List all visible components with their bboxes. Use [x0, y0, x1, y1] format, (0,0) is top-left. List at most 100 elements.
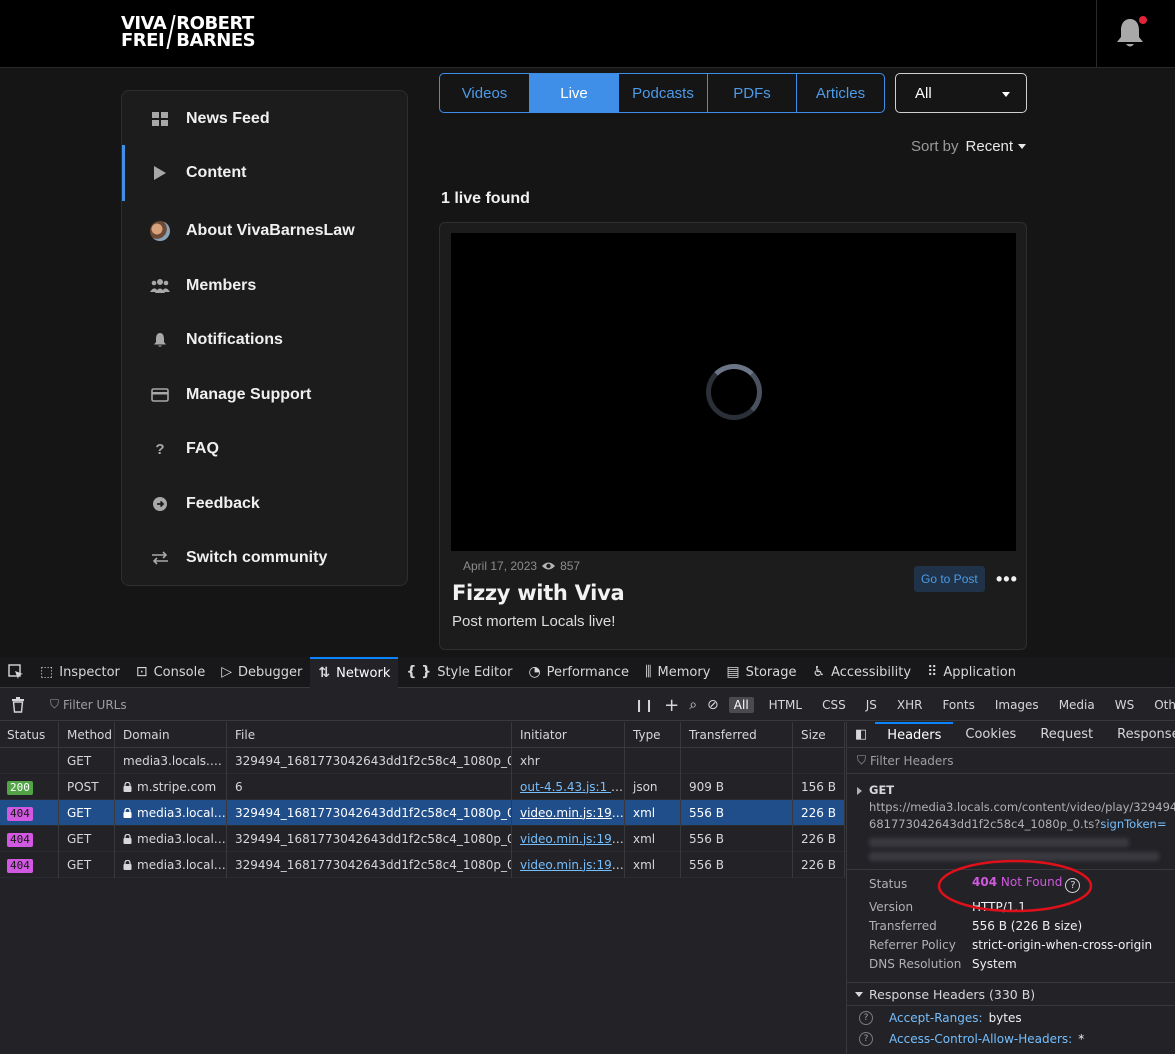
column-header-initiator[interactable]: Initiator [512, 721, 625, 748]
cell-status: 200 [0, 773, 59, 800]
initiator-text[interactable]: video.min.js:19 (… [520, 832, 624, 846]
column-header-type[interactable]: Type [625, 721, 681, 748]
add-icon[interactable]: + [664, 695, 679, 716]
table-row[interactable]: GET media3.locals.com 329494_1681773042643… [0, 747, 845, 774]
type-filter-other[interactable]: Othe [1149, 697, 1175, 713]
cell-status [0, 747, 59, 774]
type-filter-xhr[interactable]: XHR [892, 697, 928, 713]
tab-headers[interactable]: Headers [875, 721, 954, 748]
expand-triangle-icon[interactable] [857, 787, 862, 795]
table-row[interactable]: 404 GET media3.local… 329494_1681773042643d… [0, 799, 845, 826]
column-header-size[interactable]: Size [793, 721, 845, 748]
sidebar-item-content[interactable]: Content [122, 145, 407, 201]
sort-control[interactable]: Sort by Recent [911, 138, 1027, 155]
column-header-method[interactable]: Method [59, 721, 115, 748]
filter-icon: ⛉ [857, 753, 867, 767]
sidebar-item-members[interactable]: Members [122, 266, 407, 306]
type-filter-all[interactable]: All [728, 697, 754, 713]
table-row[interactable]: 404 GET media3.local… 329494_1681773042643d… [0, 825, 845, 852]
type-filter-js[interactable]: JS [861, 697, 882, 713]
table-row[interactable]: 200 POST m.stripe.com 6 out-4.5.43.js:1 (x… j… [0, 773, 845, 800]
type-filter-images[interactable]: Images [990, 697, 1044, 713]
cell-domain: m.stripe.com [115, 773, 227, 800]
tab-application[interactable]: ⠿ Application [919, 657, 1024, 688]
filter-urls-input[interactable]: ⛉ Filter URLs [40, 697, 127, 712]
tab-label: Performance [546, 664, 630, 680]
type-filter-media[interactable]: Media [1054, 697, 1100, 713]
request-method: GET [869, 783, 895, 797]
sidebar-item-label: Switch community [186, 549, 328, 566]
results-count: 1 live found [441, 190, 530, 207]
tab-storage[interactable]: ▤ Storage [718, 657, 804, 688]
cell-domain: media3.local… [115, 851, 227, 878]
type-filter-html[interactable]: HTML [764, 697, 807, 713]
tab-style-editor[interactable]: { } Style Editor [398, 657, 520, 688]
sidebar-item-news-feed[interactable]: News Feed [122, 99, 407, 139]
initiator-text[interactable]: out-4.5.43.js:1 (x… [520, 780, 624, 794]
table-row[interactable]: 404 GET media3.local… 329494_1681773042643d… [0, 851, 845, 878]
cell-file: 6 [227, 773, 512, 800]
video-player[interactable] [451, 233, 1016, 551]
tab-accessibility[interactable]: ♿ Accessibility [805, 657, 920, 688]
notifications-button[interactable] [1096, 0, 1175, 68]
request-table: Status Method Domain File Initiator Type… [0, 721, 845, 878]
tab-request[interactable]: Request [1028, 722, 1105, 748]
tab-console[interactable]: ⊡ Console [128, 657, 213, 688]
tab-debugger[interactable]: ▷ Debugger [213, 657, 310, 688]
element-picker-icon[interactable] [0, 664, 32, 680]
help-icon[interactable]: ? [859, 1011, 873, 1025]
tab-performance[interactable]: ◔ Performance [520, 657, 637, 688]
block-icon[interactable]: ⊘ [707, 697, 719, 713]
initiator-text[interactable]: video.min.js:19 (… [520, 806, 624, 820]
column-header-transferred[interactable]: Transferred [681, 721, 793, 748]
sidebar-item-switch-community[interactable]: Switch community [122, 538, 407, 578]
post-title[interactable]: Fizzy with Viva [452, 581, 625, 605]
column-header-domain[interactable]: Domain [115, 721, 227, 748]
cell-transferred: 556 B [681, 851, 793, 878]
cell-type [625, 747, 681, 774]
response-headers-title: Response Headers (330 B) [869, 986, 1036, 1002]
annotation-ellipse [937, 859, 1093, 913]
type-filter-ws[interactable]: WS [1110, 697, 1139, 713]
tab-live[interactable]: Live [529, 74, 618, 112]
sidebar-item-feedback[interactable]: Feedback [122, 484, 407, 524]
tab-inspector[interactable]: ⬚ Inspector [32, 657, 128, 688]
type-filter-fonts[interactable]: Fonts [937, 697, 979, 713]
search-icon[interactable]: ⌕ [689, 697, 697, 713]
tab-podcasts[interactable]: Podcasts [618, 74, 707, 112]
sidebar-item-manage-support[interactable]: Manage Support [122, 375, 407, 415]
content-filter-dropdown[interactable]: All [895, 73, 1027, 113]
question-icon: ? [155, 440, 165, 458]
filter-headers-input[interactable]: ⛉ Filter Headers [847, 748, 1175, 774]
request-url-summary[interactable]: GET https://media3.locals.com/content/vi… [847, 774, 1175, 870]
more-options-icon[interactable]: ••• [996, 569, 1018, 590]
sidebar-item-notifications[interactable]: Notifications [122, 320, 407, 360]
initiator-text[interactable]: video.min.js:19 (… [520, 858, 624, 872]
site-logo[interactable]: VIVA FREI ROBERT BARNES [121, 15, 256, 50]
tab-response[interactable]: Response [1105, 722, 1175, 748]
tab-videos[interactable]: Videos [440, 74, 529, 112]
status-badge: 404 [7, 832, 33, 847]
go-to-post-button[interactable]: Go to Post [914, 566, 985, 592]
domain-text: m.stripe.com [137, 779, 217, 794]
type-filter-css[interactable]: CSS [817, 697, 851, 713]
help-icon[interactable]: ? [859, 1032, 873, 1046]
transferred-value: 556 B (226 B size) [972, 918, 1083, 933]
domain-text: media3.locals.com [123, 753, 227, 768]
response-headers-section[interactable]: Response Headers (330 B) [847, 982, 1175, 1006]
clear-trash-icon[interactable] [11, 697, 25, 713]
pause-icon[interactable]: ❙❙ [634, 698, 654, 712]
tab-pdfs[interactable]: PDFs [707, 74, 796, 112]
domain-text: media3.local… [137, 831, 226, 846]
tab-network[interactable]: ⇅ Network [310, 656, 399, 688]
tab-cookies[interactable]: Cookies [953, 722, 1028, 748]
column-header-status[interactable]: Status [0, 721, 59, 748]
toggle-sidebar-icon[interactable]: ◧ [847, 722, 875, 748]
sidebar-item-label: Feedback [186, 495, 260, 512]
sidebar-item-faq[interactable]: ? FAQ [122, 429, 407, 469]
tab-articles[interactable]: Articles [796, 74, 884, 112]
filter-value: All [915, 84, 932, 102]
tab-memory[interactable]: ⫼ Memory [637, 657, 718, 688]
sidebar-item-about[interactable]: About VivaBarnesLaw [122, 211, 407, 251]
column-header-file[interactable]: File [227, 721, 512, 748]
